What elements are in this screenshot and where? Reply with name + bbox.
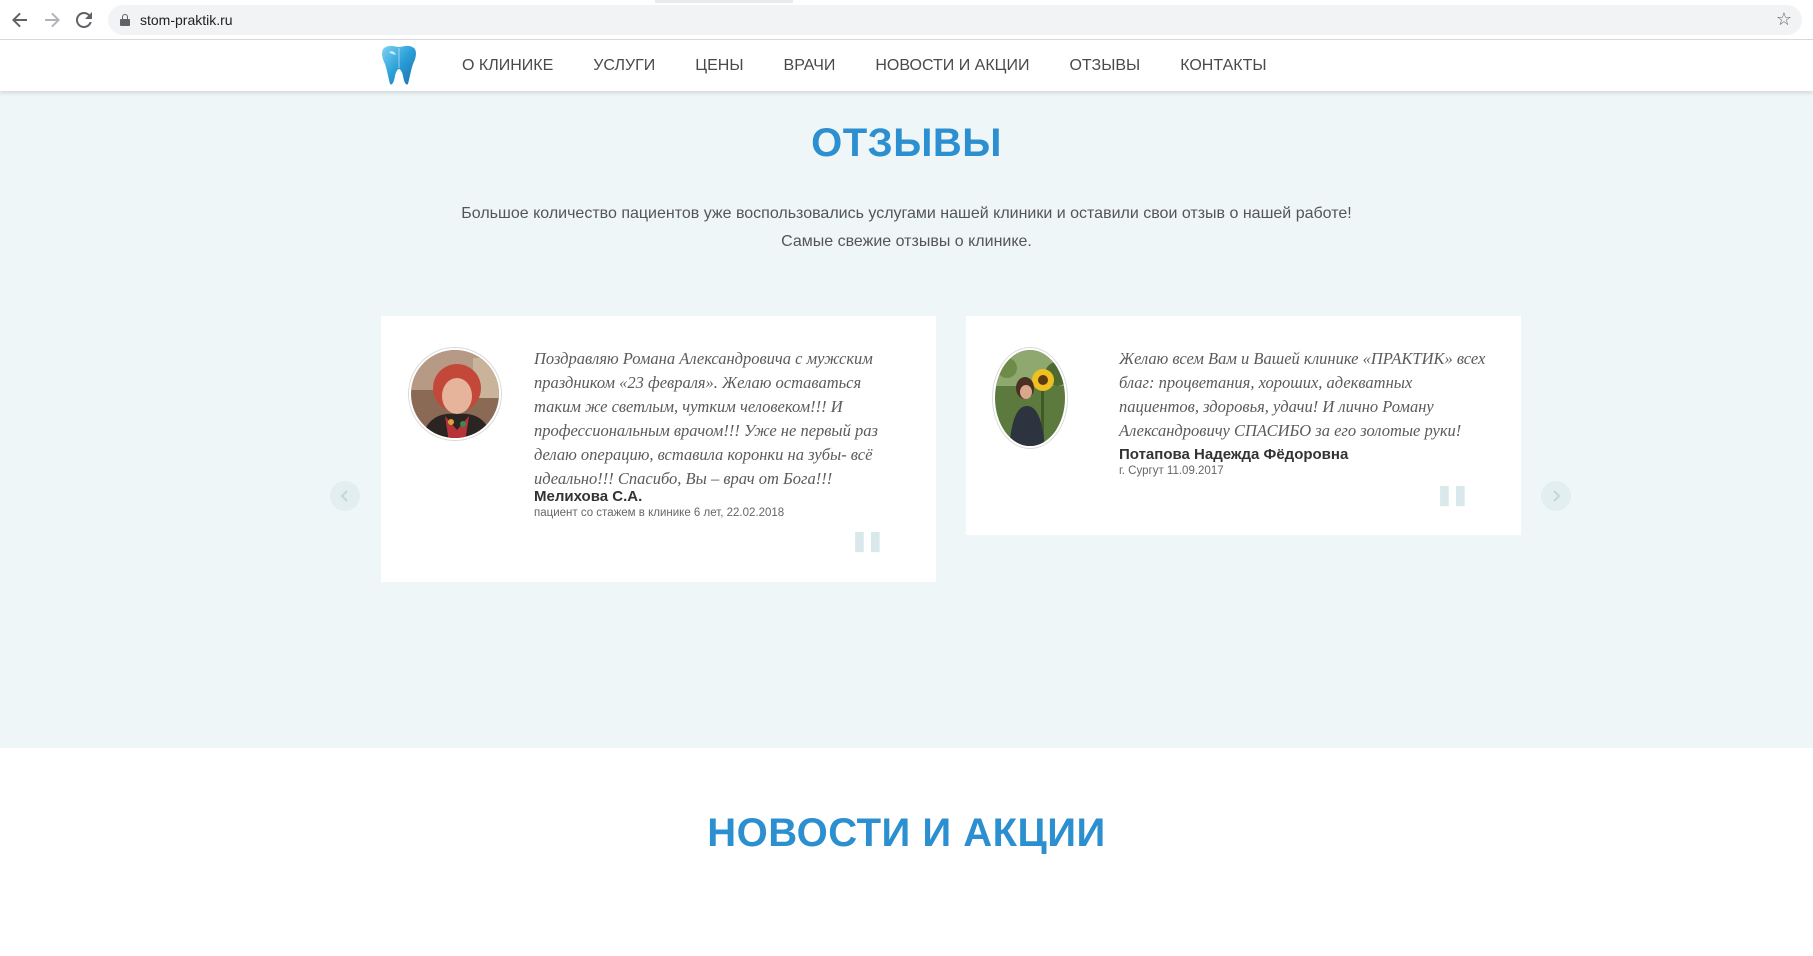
nav-item-about[interactable]: О КЛИНИКЕ	[462, 57, 553, 75]
nav-item-services[interactable]: УСЛУГИ	[593, 57, 655, 75]
review-meta: пациент со стажем в клинике 6 лет, 22.02…	[534, 507, 785, 519]
review-author: Мелихова С.А.	[534, 488, 643, 505]
review-text: Поздравляю Романа Александровича с мужск…	[534, 349, 878, 488]
reviews-intro: Большое количество пациентов уже восполь…	[0, 200, 1813, 256]
url-text: stom-praktik.ru	[140, 12, 233, 28]
nav-item-news[interactable]: НОВОСТИ И АКЦИИ	[875, 57, 1029, 75]
carousel-next-button[interactable]	[1541, 481, 1571, 511]
reviewer-photo	[995, 350, 1065, 446]
lock-icon	[120, 14, 130, 26]
quote-icon: "	[848, 480, 887, 566]
address-bar[interactable]: stom-praktik.ru ☆	[108, 5, 1802, 35]
reviews-intro-line1: Большое количество пациентов уже восполь…	[461, 205, 1352, 222]
news-section: НОВОСТИ И АКЦИИ	[0, 748, 1813, 956]
main-menu: О КЛИНИКЕ УСЛУГИ ЦЕНЫ ВРАЧИ НОВОСТИ И АК…	[462, 40, 1267, 91]
forward-button[interactable]	[40, 8, 64, 32]
review-author: Потапова Надежда Фёдоровна	[1119, 446, 1349, 463]
arrow-left-icon	[12, 12, 27, 28]
reviews-intro-line2: Самые свежие отзывы о клинике.	[781, 233, 1032, 250]
review-card: Поздравляю Романа Александровича с мужск…	[381, 316, 936, 582]
active-tab-indicator	[655, 0, 793, 3]
review-card: Желаю всем Вам и Вашей клинике «ПРАКТИК»…	[966, 316, 1521, 535]
nav-item-reviews[interactable]: ОТЗЫВЫ	[1069, 57, 1140, 75]
reviewer-photo	[411, 350, 499, 438]
reviews-title: ОТЗЫВЫ	[811, 121, 1002, 165]
star-icon[interactable]: ☆	[1776, 9, 1792, 30]
nav-item-prices[interactable]: ЦЕНЫ	[695, 57, 743, 75]
avatar	[993, 348, 1067, 448]
reload-icon	[76, 12, 92, 28]
review-text: Желаю всем Вам и Вашей клинике «ПРАКТИК»…	[1119, 349, 1486, 440]
carousel-prev-button[interactable]	[330, 481, 360, 511]
reload-button[interactable]	[72, 8, 96, 32]
chevron-left-icon	[340, 490, 348, 502]
review-meta: г. Сургут 11.09.2017	[1119, 465, 1224, 477]
site-navbar: О КЛИНИКЕ УСЛУГИ ЦЕНЫ ВРАЧИ НОВОСТИ И АК…	[0, 40, 1813, 91]
tooth-logo-icon[interactable]	[380, 44, 418, 86]
browser-toolbar: stom-praktik.ru ☆	[0, 0, 1813, 40]
back-button[interactable]	[8, 8, 32, 32]
reviews-section: ОТЗЫВЫ Большое количество пациентов уже …	[0, 91, 1813, 748]
chevron-right-icon	[1553, 490, 1561, 502]
arrow-right-icon	[45, 12, 60, 28]
nav-item-contacts[interactable]: КОНТАКТЫ	[1180, 57, 1266, 75]
avatar	[409, 348, 501, 440]
quote-icon: "	[1433, 434, 1472, 520]
news-title: НОВОСТИ И АКЦИИ	[707, 811, 1106, 855]
nav-item-doctors[interactable]: ВРАЧИ	[784, 57, 836, 75]
